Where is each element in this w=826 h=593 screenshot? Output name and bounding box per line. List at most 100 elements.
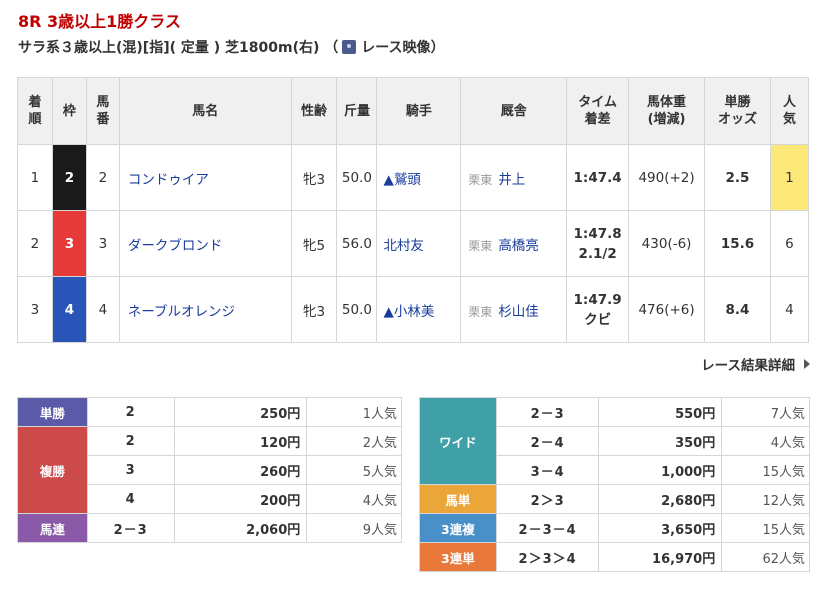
race-title: 8R 3歳以上1勝クラス [18, 12, 181, 31]
popularity-cell: 1 [769, 144, 810, 211]
payout-popularity: 62人気 [721, 542, 810, 572]
race-condition-text: サラ系３歳以上(混)[指]( 定量 ) 芝1800m(右) （ [18, 40, 339, 56]
stable-region: 栗東 [468, 304, 493, 319]
body-weight-cell: 476(+6) [628, 276, 706, 343]
horse-name-link[interactable]: コンドゥイア [118, 144, 292, 211]
waku-cell: 2 [51, 144, 87, 211]
jockey-link[interactable]: ▲小林美 [376, 276, 462, 343]
payout-amount: 250円 [173, 397, 308, 427]
horse-name-link[interactable]: ダークブロンド [118, 210, 292, 277]
stable-region: 栗東 [468, 238, 493, 253]
trainer-link[interactable]: 高橋亮 [498, 238, 539, 254]
header-stable: 厩舎 [460, 77, 568, 145]
payout-popularity: 15人気 [721, 513, 810, 543]
payout-row-wide: ワイド 2－3 550円 7人気 [419, 397, 810, 485]
table-row: 1 2 2 コンドゥイア 牝3 50.0 ▲鷲頭 栗東 井上 1:47.4 490… [17, 144, 810, 211]
body-weight-cell: 490(+2) [628, 144, 706, 211]
jockey-link[interactable]: ▲鷲頭 [376, 144, 462, 211]
table-row: 3 4 4 ネーブルオレンジ 牝3 50.0 ▲小林美 栗東 杉山佳 1:47.9… [17, 276, 810, 343]
horse-name-link[interactable]: ネーブルオレンジ [118, 276, 292, 343]
popularity-cell: 4 [769, 276, 810, 343]
payout-popularity: 4人気 [721, 426, 810, 456]
payout-combo: 3 [86, 455, 175, 485]
payout-combo: 2－3 [495, 397, 600, 427]
sexage-cell: 牝3 [290, 276, 338, 343]
payout-row-umatan: 馬単 2＞3 2,680円 12人気 [419, 484, 810, 514]
payout-combo: 2＞3 [495, 484, 600, 514]
payout-row-umaren: 馬連 2－3 2,060円 9人気 [17, 513, 402, 543]
stable-cell: 栗東 杉山佳 [460, 276, 568, 343]
time-cell: 1:47.4 [566, 144, 630, 211]
header-weight: 斤量 [336, 77, 378, 145]
umaban-cell: 3 [85, 210, 120, 277]
payout-label-fukusho: 複勝 [17, 426, 88, 514]
payout-amount: 120円 [173, 426, 308, 456]
payout-row-fukusho: 複勝 2 120円 2人気 [17, 426, 402, 514]
detail-link-label: レース結果詳細 [701, 358, 795, 374]
payout-combo: 2－3－4 [495, 513, 600, 543]
header-waku: 枠 [51, 77, 87, 145]
header-time: タイム 着差 [566, 77, 630, 145]
payout-row-sanrentan: 3連単 2＞3＞4 16,970円 62人気 [419, 542, 810, 572]
weight-cell: 50.0 [336, 144, 378, 211]
payout-popularity: 15人気 [721, 455, 810, 485]
waku-cell: 4 [51, 276, 87, 343]
payout-amount: 16,970円 [598, 542, 723, 572]
rank-cell: 3 [17, 276, 53, 343]
payout-combo: 2－3 [86, 513, 175, 543]
weight-cell: 50.0 [336, 276, 378, 343]
result-table: 着順 枠 馬番 馬名 性齢 斤量 騎手 厩舎 タイム 着差 馬体重 (増減) 単勝オ… [17, 77, 810, 343]
payout-amount: 200円 [173, 484, 308, 514]
waku-cell: 3 [51, 210, 87, 277]
race-video-link[interactable]: レース映像 [338, 37, 431, 57]
header-sexage: 性齢 [290, 77, 338, 145]
payout-label-wide: ワイド [419, 397, 497, 485]
stable-cell: 栗東 高橋亮 [460, 210, 568, 277]
payout-combo: 4 [86, 484, 175, 514]
header-popularity: 人気 [769, 77, 810, 145]
payout-label-sanrentan: 3連単 [419, 542, 497, 572]
chevron-right-icon [804, 359, 810, 369]
payout-row-sanrenpuku: 3連複 2－3－4 3,650円 15人気 [419, 513, 810, 543]
payout-popularity: 2人気 [306, 426, 402, 456]
payout-table-right: ワイド 2－3 550円 7人気 2－4 350円 4人気 3－4 1,000円… [419, 397, 810, 572]
payout-popularity: 5人気 [306, 455, 402, 485]
race-result-detail-link[interactable]: レース結果詳細 [701, 354, 810, 374]
sexage-cell: 牝3 [290, 144, 338, 211]
video-icon [342, 40, 357, 54]
payout-amount: 2,680円 [598, 484, 723, 514]
payout-label-sanrenpuku: 3連複 [419, 513, 497, 543]
payout-combo: 2－4 [495, 426, 600, 456]
payout-combo: 2＞3＞4 [495, 542, 600, 572]
weight-cell: 56.0 [336, 210, 378, 277]
payout-combo: 3－4 [495, 455, 600, 485]
trainer-link[interactable]: 井上 [498, 172, 525, 188]
payout-popularity: 1人気 [306, 397, 402, 427]
payout-amount: 2,060円 [173, 513, 308, 543]
header-jockey: 騎手 [376, 77, 462, 145]
body-weight-cell: 430(-6) [628, 210, 706, 277]
payout-popularity: 9人気 [306, 513, 402, 543]
odds-cell: 15.6 [704, 210, 771, 277]
payout-label-tansho: 単勝 [17, 397, 88, 427]
payout-label-umatan: 馬単 [419, 484, 497, 514]
payout-amount: 1,000円 [598, 455, 723, 485]
header-umaban: 馬番 [85, 77, 120, 145]
jockey-link[interactable]: 北村友 [376, 210, 462, 277]
payout-popularity: 12人気 [721, 484, 810, 514]
odds-cell: 2.5 [704, 144, 771, 211]
trainer-link[interactable]: 杉山佳 [498, 304, 539, 320]
time-cell: 1:47.8 2.1/2 [566, 210, 630, 277]
header-odds: 単勝 オッズ [704, 77, 771, 145]
payout-combo: 2 [86, 397, 175, 427]
umaban-cell: 2 [85, 144, 120, 211]
header-body-weight: 馬体重 (増減) [628, 77, 706, 145]
time-cell: 1:47.9 クビ [566, 276, 630, 343]
table-row: 2 3 3 ダークブロンド 牝5 56.0 北村友 栗東 高橋亮 1:47.8 2.… [17, 210, 810, 277]
stable-region: 栗東 [468, 172, 493, 187]
close-paren: ） [430, 40, 445, 56]
race-video-label: レース映像 [361, 40, 431, 56]
payout-combo: 2 [86, 426, 175, 456]
payout-table-left: 単勝 2 250円 1人気 複勝 2 120円 2人気 3 260円 5人気 4… [17, 397, 402, 543]
payout-amount: 260円 [173, 455, 308, 485]
